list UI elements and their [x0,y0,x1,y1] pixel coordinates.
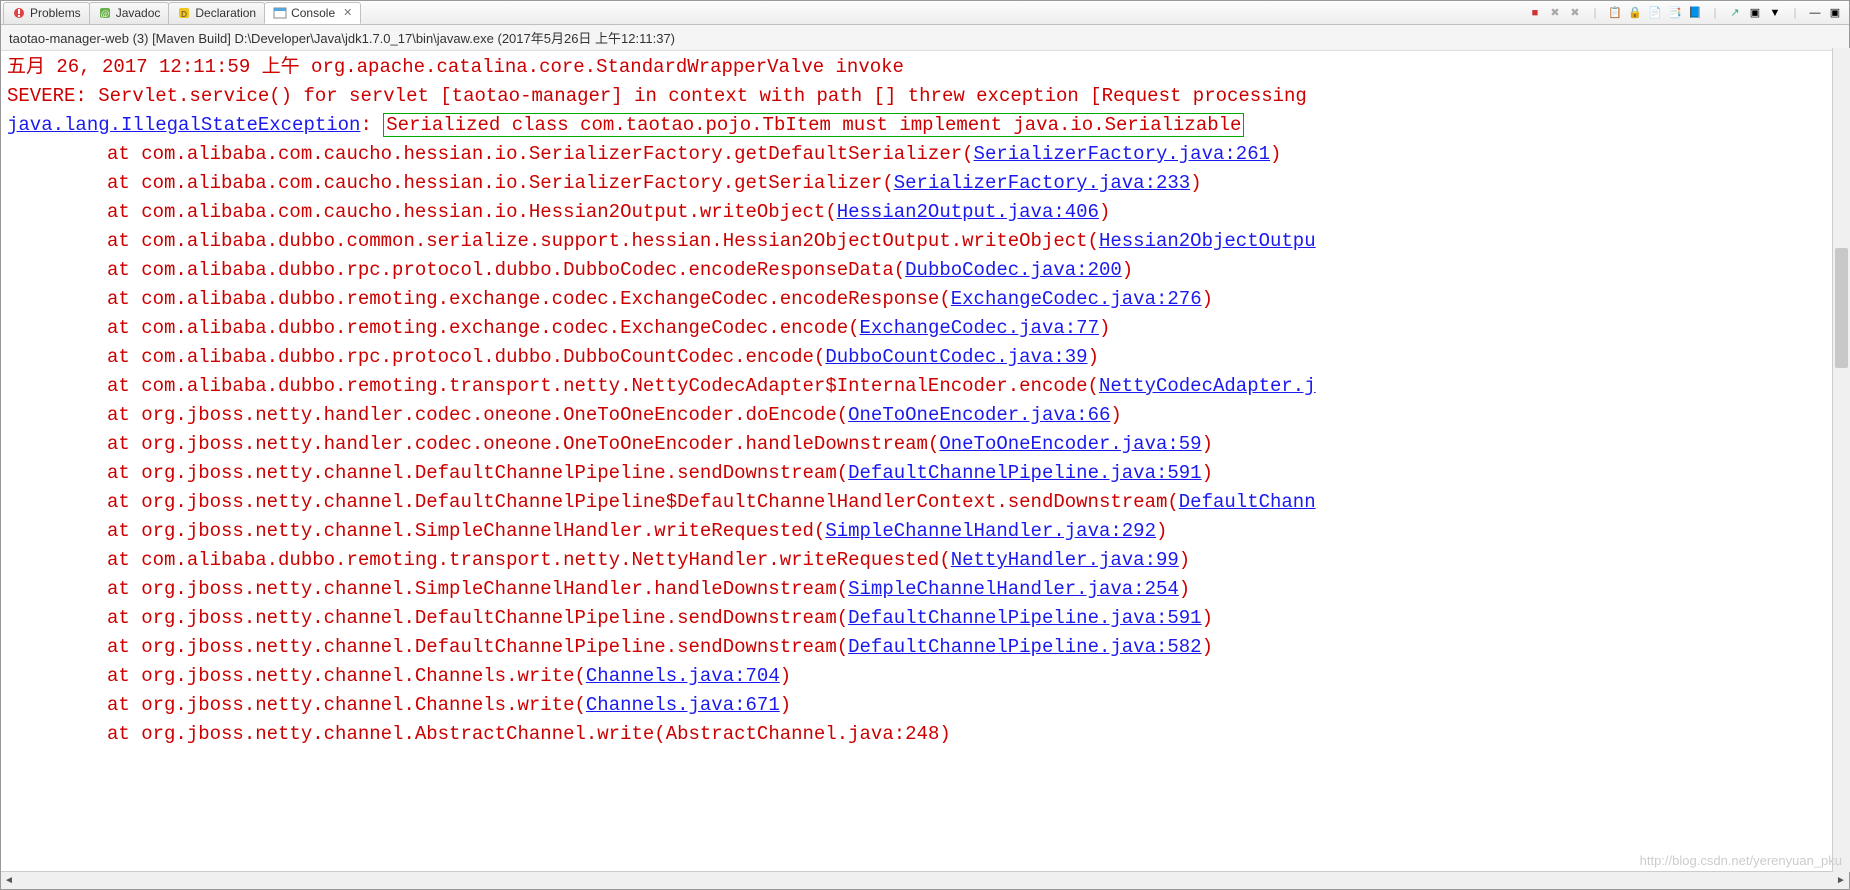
stack-trace-line: at com.alibaba.dubbo.remoting.exchange.c… [7,285,1843,314]
source-link[interactable]: NettyHandler.java:99 [951,549,1179,571]
stack-trace-line: at com.alibaba.dubbo.rpc.protocol.dubbo.… [7,256,1843,285]
watermark-text: http://blog.csdn.net/yerenyuan_pku [1640,853,1842,868]
source-link[interactable]: DefaultChannelPipeline.java:582 [848,636,1201,658]
clipboard-icon[interactable]: 📋 [1607,5,1623,21]
scroll-right-icon[interactable]: ► [1833,875,1849,886]
stack-trace-line: at org.jboss.netty.handler.codec.oneone.… [7,401,1843,430]
vertical-scrollbar[interactable] [1832,48,1850,872]
pin-console-icon[interactable]: ↗ [1727,5,1743,21]
source-link[interactable]: Hessian2Output.java:406 [837,201,1099,223]
source-link[interactable]: DubboCodec.java:200 [905,259,1122,281]
tab-label: Console [291,6,335,20]
source-link[interactable]: SimpleChannelHandler.java:292 [825,520,1156,542]
stack-trace-line: at org.jboss.netty.channel.DefaultChanne… [7,459,1843,488]
console-toolbar: ■ ✖ ✖ | 📋 🔒 📄 📑 📘 | ↗ ▣ ▼ | — ▣ [1527,5,1849,21]
stack-trace-line: at org.jboss.netty.channel.DefaultChanne… [7,604,1843,633]
log-line: 五月 26, 2017 12:11:59 上午 org.apache.catal… [7,53,1843,82]
source-link[interactable]: OneToOneEncoder.java:66 [848,404,1110,426]
process-description: taotao-manager-web (3) [Maven Build] D:\… [1,25,1849,51]
tab-problems[interactable]: Problems [3,2,90,24]
separator: | [1587,5,1603,21]
source-link[interactable]: ExchangeCodec.java:276 [951,288,1202,310]
stack-trace-line: at org.jboss.netty.handler.codec.oneone.… [7,430,1843,459]
source-link[interactable]: DefaultChannelPipeline.java:591 [848,607,1201,629]
minimize-icon[interactable]: — [1807,5,1823,21]
separator: | [1707,5,1723,21]
stack-trace-line: at org.jboss.netty.channel.SimpleChannel… [7,517,1843,546]
tab-label: Javadoc [116,6,161,20]
log-line: SEVERE: Servlet.service() for servlet [t… [7,82,1843,111]
svg-text:D: D [182,10,188,19]
source-link[interactable]: Channels.java:704 [586,665,780,687]
log-line: java.lang.IllegalStateException: Seriali… [7,111,1843,140]
source-link[interactable]: DefaultChannelPipeline.java:591 [848,462,1201,484]
source-link[interactable]: DefaultChann [1179,491,1316,513]
console-icon [273,6,287,20]
tab-label: Problems [30,6,81,20]
stack-trace-line: at org.jboss.netty.channel.Channels.writ… [7,662,1843,691]
stack-trace-line: at org.jboss.netty.channel.DefaultChanne… [7,488,1843,517]
stack-trace-line: at com.alibaba.com.caucho.hessian.io.Ser… [7,169,1843,198]
stack-trace-line: at com.alibaba.com.caucho.hessian.io.Ser… [7,140,1843,169]
stack-trace-line: at org.jboss.netty.channel.AbstractChann… [7,720,1843,749]
javadoc-icon: @ [98,6,112,20]
source-link[interactable]: Hessian2ObjectOutpu [1099,230,1316,252]
source-link[interactable]: SimpleChannelHandler.java:254 [848,578,1179,600]
source-link[interactable]: DubboCountCodec.java:39 [825,346,1087,368]
close-icon[interactable]: ✕ [343,6,352,19]
stack-trace-line: at com.alibaba.dubbo.common.serialize.su… [7,227,1843,256]
terminate-icon[interactable]: ■ [1527,5,1543,21]
remove-launch-icon[interactable]: ✖ [1547,5,1563,21]
scroll-lock-icon[interactable]: 🔒 [1627,5,1643,21]
stack-trace-line: at com.alibaba.dubbo.remoting.transport.… [7,372,1843,401]
stack-trace-line: at com.alibaba.com.caucho.hessian.io.Hes… [7,198,1843,227]
stack-trace-line: at com.alibaba.dubbo.rpc.protocol.dubbo.… [7,343,1843,372]
tab-declaration[interactable]: D Declaration [168,2,265,24]
clear-console-icon[interactable]: 📄 [1647,5,1663,21]
view-tab-bar: Problems @ Javadoc D Declaration Console… [1,1,1849,25]
source-link[interactable]: ExchangeCodec.java:77 [860,317,1099,339]
source-link[interactable]: OneToOneEncoder.java:59 [939,433,1201,455]
stack-trace-line: at com.alibaba.dubbo.remoting.exchange.c… [7,314,1843,343]
scroll-left-icon[interactable]: ◄ [1,875,17,886]
view-menu-icon[interactable]: ▼ [1767,5,1783,21]
new-console-view-icon[interactable]: ▣ [1747,5,1763,21]
tab-console[interactable]: Console ✕ [264,2,361,24]
source-link[interactable]: Channels.java:671 [586,694,780,716]
stack-trace-line: at org.jboss.netty.channel.SimpleChannel… [7,575,1843,604]
highlighted-message: Serialized class com.taotao.pojo.TbItem … [383,113,1244,137]
remove-all-icon[interactable]: ✖ [1567,5,1583,21]
maximize-icon[interactable]: ▣ [1827,5,1843,21]
scrollbar-thumb[interactable] [1835,248,1848,368]
horizontal-scrollbar[interactable]: ◄ ► [1,871,1849,889]
source-link[interactable]: SerializerFactory.java:233 [894,172,1190,194]
tab-label: Declaration [195,6,256,20]
console-output[interactable]: 五月 26, 2017 12:11:59 上午 org.apache.catal… [1,51,1849,871]
source-link[interactable]: NettyCodecAdapter.j [1099,375,1316,397]
exception-link[interactable]: java.lang.IllegalStateException [7,114,360,136]
stack-trace-line: at org.jboss.netty.channel.DefaultChanne… [7,633,1843,662]
display-selected-console-icon[interactable]: 📑 [1667,5,1683,21]
open-console-icon[interactable]: 📘 [1687,5,1703,21]
declaration-icon: D [177,6,191,20]
stack-trace-line: at org.jboss.netty.channel.Channels.writ… [7,691,1843,720]
stack-trace-line: at com.alibaba.dubbo.remoting.transport.… [7,546,1843,575]
separator: | [1787,5,1803,21]
source-link[interactable]: SerializerFactory.java:261 [974,143,1270,165]
problems-icon [12,6,26,20]
tab-javadoc[interactable]: @ Javadoc [89,2,170,24]
svg-text:@: @ [101,9,109,19]
